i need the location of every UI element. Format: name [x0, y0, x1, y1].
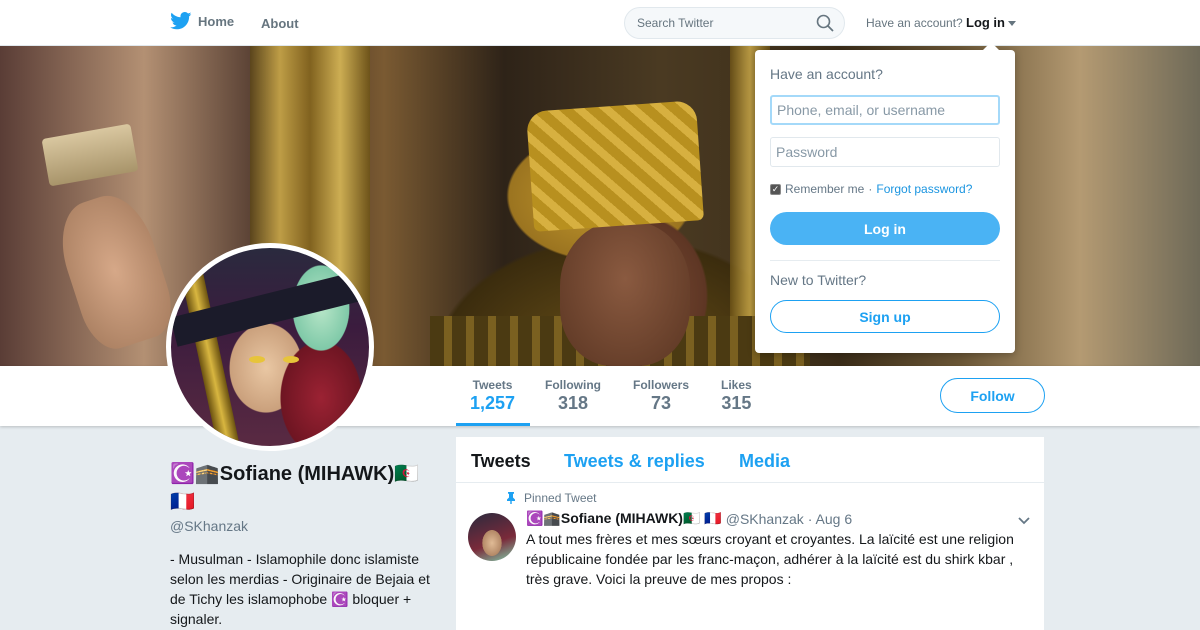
stat-likes[interactable]: Likes 315: [721, 378, 752, 414]
avatar-eye: [249, 356, 265, 363]
stat-label: Following: [545, 378, 601, 392]
pinned-text: Pinned Tweet: [524, 491, 597, 505]
login-button[interactable]: Log in: [770, 212, 1000, 245]
banner-hat: [526, 100, 704, 232]
pinned-label: Pinned Tweet: [506, 491, 597, 505]
tweet-header: ☪️🕋Sofiane (MIHAWK)🇩🇿 🇫🇷 @SKhanzak · Aug…: [526, 510, 852, 527]
nav-about[interactable]: About: [261, 16, 299, 31]
signup-button[interactable]: Sign up: [770, 300, 1000, 333]
timeline-tabs: Tweets Tweets & replies Media: [456, 437, 1044, 483]
tweet-author-handle[interactable]: @SKhanzak: [726, 511, 804, 527]
chevron-down-icon[interactable]: [1018, 517, 1030, 525]
tweet-author-name[interactable]: ☪️🕋Sofiane (MIHAWK)🇩🇿 🇫🇷: [526, 510, 722, 527]
username-field[interactable]: [770, 95, 1000, 125]
tweet-avatar[interactable]: [468, 513, 516, 561]
banner-face: [560, 221, 690, 366]
follow-button[interactable]: Follow: [940, 378, 1045, 413]
tab-tweets[interactable]: Tweets: [471, 451, 531, 472]
nav-home[interactable]: Home: [170, 12, 234, 30]
dropdown-divider: [770, 260, 1000, 261]
stat-value: 73: [650, 393, 672, 413]
profile-handle[interactable]: @SKhanzak: [170, 518, 248, 534]
banner-hand: [49, 185, 181, 357]
stat-label: Likes: [721, 378, 752, 392]
password-field[interactable]: [770, 137, 1000, 167]
login-dropdown-toggle[interactable]: Log in: [966, 15, 1016, 30]
stat-label: Tweets: [472, 378, 513, 392]
dropdown-title: Have an account?: [770, 66, 883, 82]
profile-name[interactable]: ☪️🕋Sofiane (MIHAWK)🇩🇿 🇫🇷: [170, 460, 440, 516]
banner-phone: [41, 123, 139, 187]
tab-tweets-replies[interactable]: Tweets & replies: [564, 451, 705, 472]
stat-tweets[interactable]: Tweets 1,257: [470, 378, 515, 414]
separator: ·: [868, 182, 873, 196]
remember-row: ✓ Remember me · Forgot password?: [770, 182, 972, 196]
active-tab-underline: [456, 423, 530, 426]
tweet-text: A tout mes frères et mes sœurs croyant e…: [526, 531, 1014, 587]
have-account-text: Have an account?: [866, 16, 963, 30]
stat-following[interactable]: Following 318: [545, 378, 601, 414]
top-nav: Home About Have an account? Log in: [0, 0, 1200, 46]
caret-down-icon: [1008, 21, 1016, 26]
stat-label: Followers: [633, 378, 690, 392]
pin-icon: [507, 492, 515, 504]
stat-followers[interactable]: Followers 73: [633, 378, 689, 414]
search-icon[interactable]: [816, 14, 834, 32]
stat-value: 315: [721, 393, 752, 413]
new-to-twitter-text: New to Twitter?: [770, 272, 867, 288]
tweet-date[interactable]: · Aug 6: [808, 511, 852, 527]
stat-value: 1,257: [470, 393, 516, 413]
login-link-label: Log in: [966, 15, 1005, 30]
login-dropdown: Have an account? ✓ Remember me · Forgot …: [755, 42, 1015, 353]
nav-home-label: Home: [198, 13, 235, 29]
twitter-bird-icon: [170, 12, 192, 30]
stat-value: 318: [557, 393, 589, 413]
tab-media[interactable]: Media: [739, 451, 790, 472]
forgot-password-link[interactable]: Forgot password?: [876, 182, 972, 196]
remember-label: Remember me: [785, 182, 865, 196]
avatar-eye: [283, 356, 299, 363]
remember-checkbox[interactable]: ✓: [770, 183, 781, 195]
search-input[interactable]: [624, 7, 845, 39]
timeline: Tweets Tweets & replies Media Pinned Twe…: [456, 437, 1044, 630]
profile-avatar[interactable]: [166, 243, 374, 451]
profile-bio: - Musulman - Islamophile donc islamiste …: [170, 551, 430, 627]
